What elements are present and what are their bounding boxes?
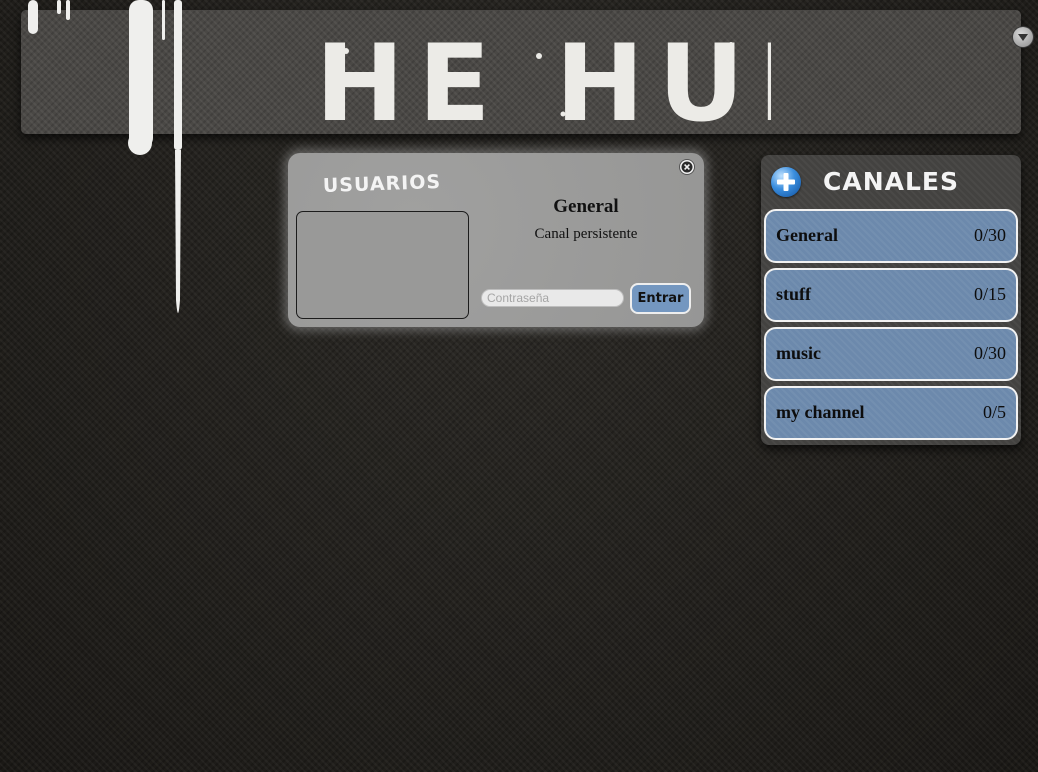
channel-list: General 0/30 stuff 0/15 music 0/30 my ch… — [764, 209, 1018, 445]
channel-name: General — [553, 196, 619, 217]
header-bar: THE HUB — [21, 10, 1033, 134]
app-logo-text: THE HUB — [311, 22, 771, 134]
channel-join-popup: USUARIOS General Canal persistente Entra… — [288, 153, 704, 327]
channel-item-my-channel[interactable]: my channel 0/5 — [764, 386, 1018, 440]
app-logo: THE HUB — [311, 22, 771, 134]
channel-item-count: 0/30 — [973, 225, 1006, 245]
channel-item-name: my channel — [776, 402, 865, 422]
close-icon[interactable] — [680, 160, 694, 174]
channel-type: Canal persistente — [534, 226, 638, 242]
header-collapse-icon[interactable] — [1013, 27, 1033, 47]
channels-panel: CANALES General 0/30 stuff 0/15 music 0/… — [761, 155, 1021, 445]
channel-item-name: stuff — [776, 284, 811, 304]
channel-item-count: 0/30 — [973, 343, 1006, 363]
password-input[interactable] — [481, 289, 624, 307]
channel-item-count: 0/15 — [973, 284, 1006, 304]
users-panel-title: USUARIOS — [322, 170, 442, 198]
channel-item-music[interactable]: music 0/30 — [764, 327, 1018, 381]
channel-item-name: General — [776, 225, 838, 245]
channel-item-count: 0/5 — [982, 402, 1006, 422]
enter-button[interactable]: Entrar — [630, 283, 691, 314]
users-list[interactable] — [296, 211, 469, 319]
channels-panel-title: CANALES — [823, 167, 959, 196]
channel-item-general[interactable]: General 0/30 — [764, 209, 1018, 263]
add-channel-icon[interactable] — [771, 167, 801, 197]
channel-item-name: music — [776, 343, 821, 363]
channel-item-stuff[interactable]: stuff 0/15 — [764, 268, 1018, 322]
